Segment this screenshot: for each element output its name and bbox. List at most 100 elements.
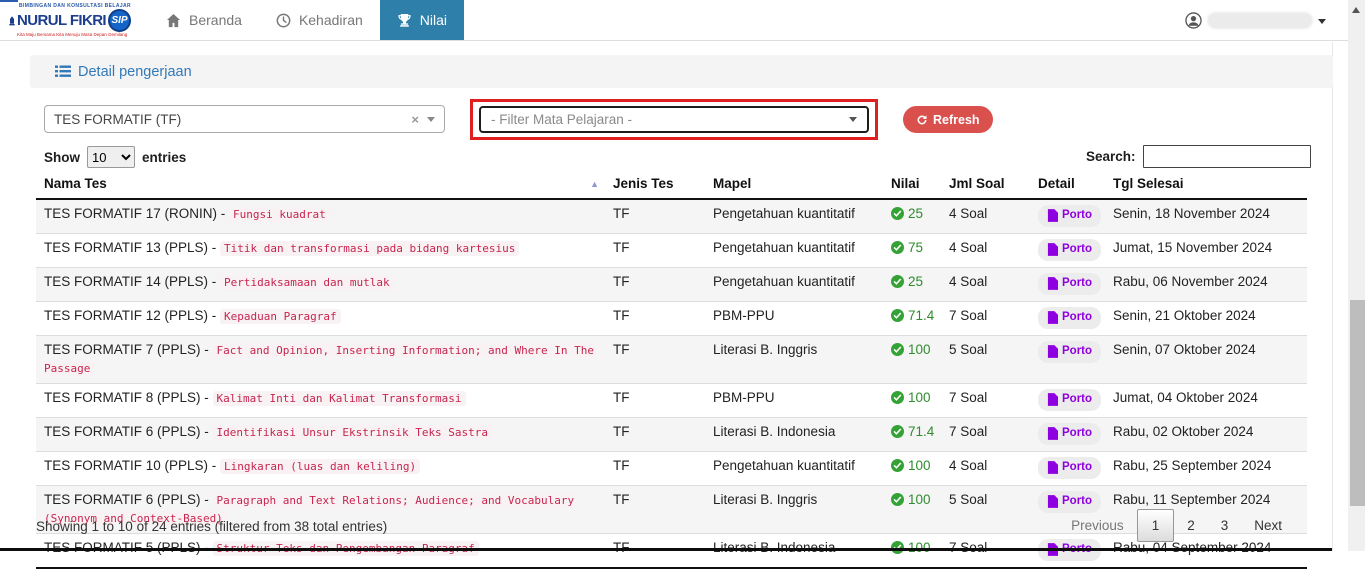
test-type-select[interactable]: TES FORMATIF (TF) × [44,105,445,133]
cell-jenis-tes: TF [605,268,705,302]
name-topic-separator: - [208,308,220,323]
trophy-icon [397,13,412,28]
porto-link[interactable]: Porto [1038,273,1101,295]
nav-item-beranda[interactable]: Beranda [149,0,259,40]
col-header-detail[interactable]: Detail [1030,172,1105,199]
file-icon [1047,277,1058,290]
cell-nilai: 100 [883,336,941,384]
search-control: Search: [1086,145,1311,168]
cell-nilai: 100 [883,452,941,486]
cell-nilai: 100 [883,486,941,534]
porto-label: Porto [1062,343,1092,360]
test-topic: Titik dan transformasi pada bidang karte… [220,241,519,256]
list-icon [55,65,71,78]
page-length-select[interactable]: 10 [87,146,135,168]
cell-mapel: Pengetahuan kuantitatif [705,199,883,234]
name-topic-separator: - [217,206,229,221]
table-row: TES FORMATIF 7 (PPLS) - Fact and Opinion… [36,336,1307,384]
cell-jml-soal: 4 Soal [941,199,1030,234]
col-header-nilai[interactable]: Nilai [883,172,941,199]
sort-asc-icon: ▲ [590,179,599,189]
score-value: 100 [908,389,931,406]
scrollbar-thumb[interactable] [1350,300,1365,506]
refresh-button[interactable]: Refresh [903,106,993,133]
cell-nilai: 71.4 [883,418,941,452]
porto-link[interactable]: Porto [1038,341,1101,363]
cell-jml-soal: 7 Soal [941,302,1030,336]
navbar: BIMBINGAN DAN KONSULTASI BELAJAR NURUL F… [0,0,1348,41]
cell-jenis-tes: TF [605,384,705,418]
porto-label: Porto [1062,459,1092,476]
col-header-nama-tes[interactable]: Nama Tes ▲ [36,172,605,199]
porto-link[interactable]: Porto [1038,239,1101,261]
cell-detail: Porto [1030,418,1105,452]
pagination-previous[interactable]: Previous [1058,509,1137,542]
subject-filter-select[interactable]: - Filter Mata Pelajaran - [479,106,869,133]
check-circle-icon [891,391,904,404]
cell-tgl-selesai: Rabu, 25 September 2024 [1105,452,1307,486]
cell-jml-soal: 4 Soal [941,234,1030,268]
pagination-page-2[interactable]: 2 [1174,509,1208,542]
nav-item-nilai[interactable]: Nilai [380,0,464,40]
name-topic-separator: - [208,458,220,473]
porto-link[interactable]: Porto [1038,389,1101,411]
pencil-logo-icon [9,14,15,28]
porto-label: Porto [1062,275,1092,292]
porto-label: Porto [1062,493,1092,510]
cell-nilai: 75 [883,234,941,268]
file-icon [1047,495,1058,508]
porto-link[interactable]: Porto [1038,205,1101,227]
file-icon [1047,311,1058,324]
test-name: TES FORMATIF 6 (PPLS) [44,492,201,507]
col-header-jml-soal[interactable]: Jml Soal [941,172,1030,199]
pagination-page-1[interactable]: 1 [1137,509,1175,542]
porto-label: Porto [1062,207,1092,224]
logo-name: NURUL FIKRI [17,12,106,29]
name-topic-separator: - [201,492,213,507]
col-header-mapel[interactable]: Mapel [705,172,883,199]
search-input[interactable] [1143,145,1311,168]
table-row: TES FORMATIF 14 (PPLS) - Pertidaksamaan … [36,268,1307,302]
panel-heading: Detail pengerjaan [30,55,1333,88]
cell-nama-tes: TES FORMATIF 6 (PPLS) - Identifikasi Uns… [36,418,605,452]
cell-jml-soal: 4 Soal [941,452,1030,486]
pagination-page-3[interactable]: 3 [1208,509,1242,542]
score-value: 25 [908,273,923,290]
test-topic: Kalimat Inti dan Kalimat Transformasi [213,391,466,406]
test-name: TES FORMATIF 10 (PPLS) [44,458,208,473]
cell-jml-soal: 4 Soal [941,268,1030,302]
test-name: TES FORMATIF 14 (PPLS) [44,274,208,289]
check-circle-icon [891,425,904,438]
col-header-jenis-tes[interactable]: Jenis Tes [605,172,705,199]
score-value: 100 [908,457,931,474]
logo-tagline: Kita Maju Bersama Kita Menuju Masa Depan… [17,32,131,37]
user-menu[interactable] [1185,0,1326,40]
test-topic: Fungsi kuadrat [229,207,330,222]
cell-mapel: Literasi B. Indonesia [705,418,883,452]
test-name: TES FORMATIF 6 (PPLS) [44,424,201,439]
porto-label: Porto [1062,309,1092,326]
cell-detail: Porto [1030,199,1105,234]
vertical-scrollbar[interactable] [1348,0,1365,551]
panel-title: Detail pengerjaan [78,64,192,80]
nav-item-kehadiran[interactable]: Kehadiran [259,0,380,40]
cell-jml-soal: 7 Soal [941,418,1030,452]
col-header-tgl-selesai[interactable]: Tgl Selesai [1105,172,1307,199]
username-redacted [1208,13,1312,28]
check-circle-icon [891,493,904,506]
entries-label: entries [142,150,186,165]
porto-link[interactable]: Porto [1038,457,1101,479]
cell-nilai: 71.4 [883,302,941,336]
porto-link[interactable]: Porto [1038,423,1101,445]
chevron-down-icon [849,117,857,122]
check-circle-icon [891,459,904,472]
pagination-next[interactable]: Next [1241,509,1295,542]
scrollbar-up-arrow-icon[interactable] [1352,7,1360,13]
pagination: Previous 1 2 3 Next [1058,509,1295,542]
app-logo[interactable]: BIMBINGAN DAN KONSULTASI BELAJAR NURUL F… [9,0,131,40]
score-value: 75 [908,239,923,256]
cell-nama-tes: TES FORMATIF 12 (PPLS) - Kepaduan Paragr… [36,302,605,336]
porto-link[interactable]: Porto [1038,307,1101,329]
score-value: 100 [908,491,931,508]
clear-selection-icon[interactable]: × [403,112,427,127]
